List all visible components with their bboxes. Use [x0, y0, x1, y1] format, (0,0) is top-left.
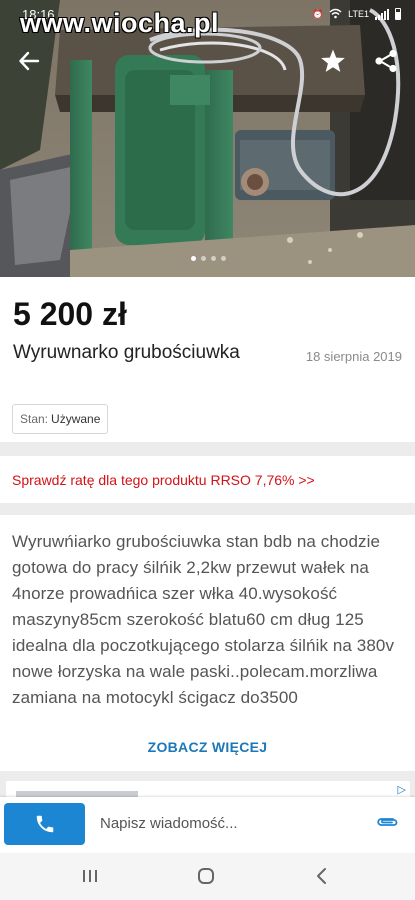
favorite-button[interactable] [318, 46, 348, 76]
listing-price: 5 200 zł [13, 296, 127, 332]
back-button[interactable] [14, 46, 44, 76]
alarm-icon: ⏰ [311, 8, 324, 19]
network-type: LTE1 [348, 9, 369, 19]
gallery-dot[interactable] [191, 256, 196, 261]
description-card: Wyruwńiarko grubościuwka stan bdb na cho… [0, 515, 415, 771]
installment-check-link[interactable]: Sprawdź ratę dla tego produktu RRSO 7,76… [0, 456, 415, 503]
system-navigation-bar [0, 853, 415, 900]
description-text: Wyruwńiarko grubościuwka stan bdb na cho… [12, 532, 395, 707]
listing-photo-gallery[interactable]: 18:16 ⏰ LTE1 www.wiocha.pl [0, 0, 415, 277]
home-button[interactable] [193, 865, 219, 887]
condition-value: Używane [51, 412, 101, 426]
contact-bar [0, 797, 415, 853]
recents-icon [83, 870, 97, 882]
show-more-link[interactable]: ZOBACZ WIĘCEJ [0, 739, 415, 755]
recents-button[interactable] [77, 865, 103, 887]
gallery-dot[interactable] [221, 256, 226, 261]
share-button[interactable] [371, 46, 401, 76]
site-watermark: www.wiocha.pl [20, 8, 220, 38]
gallery-dot[interactable] [201, 256, 206, 261]
system-back-button[interactable] [309, 865, 335, 887]
attach-button[interactable] [373, 811, 401, 833]
listing-header-card: 5 200 zł Wyruwnarko grubościuwka 18 sier… [0, 277, 415, 442]
share-icon [375, 49, 397, 73]
status-icons: ⏰ LTE1 [312, 8, 401, 21]
home-icon [198, 868, 214, 884]
signal-icon [375, 8, 389, 20]
gallery-pagination[interactable] [191, 256, 226, 261]
message-input[interactable] [100, 815, 360, 832]
wifi-icon [329, 8, 342, 21]
ad-choices-icon[interactable]: ▷ [398, 783, 406, 796]
condition-label: Stan: [20, 412, 49, 426]
battery-icon [395, 8, 401, 20]
condition-chip: Stan: Używane [12, 404, 109, 434]
paperclip-icon [377, 818, 398, 826]
call-button[interactable] [4, 803, 85, 845]
listing-title: Wyruwnarko grubościuwka [13, 342, 240, 363]
phone-icon [36, 815, 53, 833]
arrow-back-icon [19, 51, 40, 71]
star-icon [321, 49, 345, 72]
gallery-dot[interactable] [211, 256, 216, 261]
listing-date: 18 sierpnia 2019 [305, 349, 402, 364]
listing-photo [0, 0, 415, 277]
chevron-left-icon [317, 868, 326, 884]
